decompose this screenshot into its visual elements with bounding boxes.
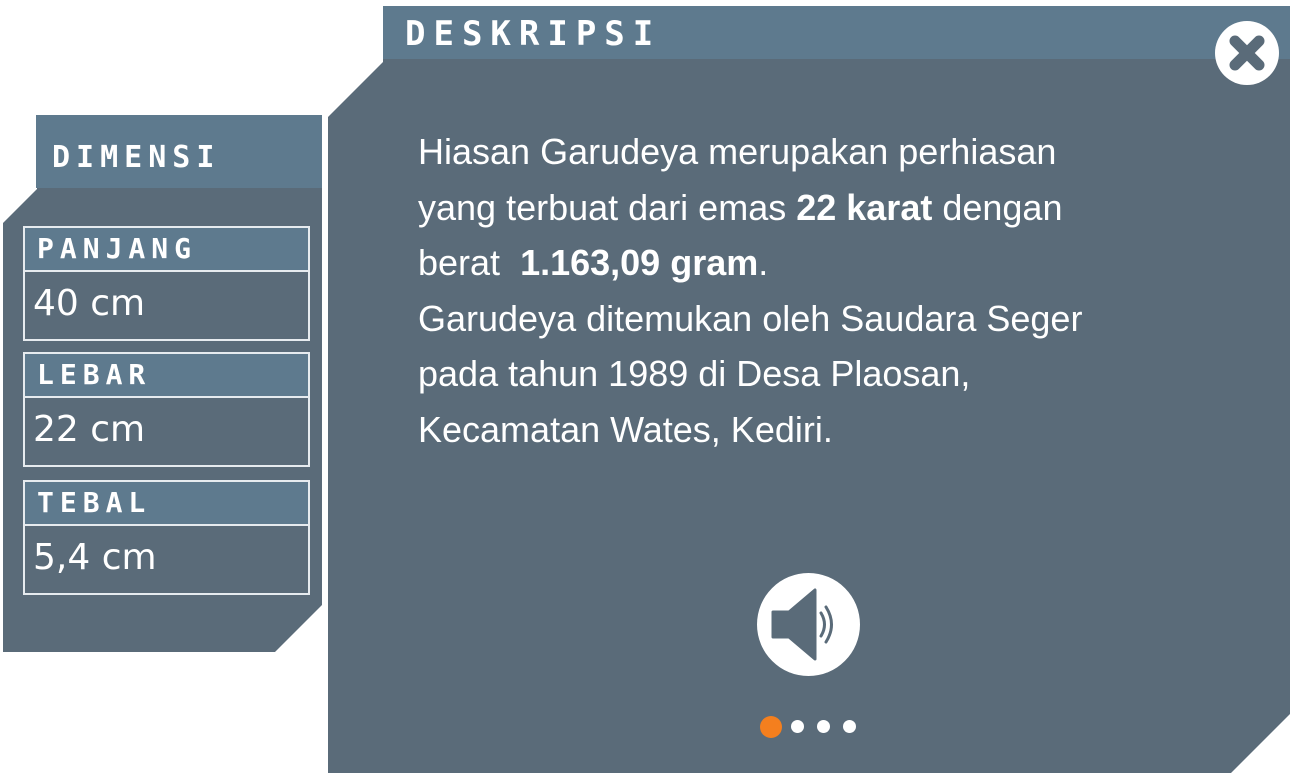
description-line: Hiasan Garudeya merupakan perhiasan [418,131,1057,172]
dimension-width-label: LEBAR [25,354,308,398]
close-button[interactable] [1215,21,1279,85]
page-dot-active[interactable] [760,716,782,738]
dimension-width-value: 22 cm [33,409,146,450]
weight-value: 1.163,09 gram [520,242,759,283]
page-dot[interactable] [791,720,804,733]
description-line: yang terbuat dari emas 22 karat dengan [418,180,1198,236]
page-dot[interactable] [817,720,830,733]
page-dot[interactable] [843,720,856,733]
dimension-length-value: 40 cm [33,283,146,324]
text-fragment: yang terbuat dari emas [418,186,797,228]
dimension-title: DIMENSI [52,140,221,175]
dimension-length-box: PANJANG 40 cm [23,226,310,341]
description-line: Kecamatan Wates, Kediri. [418,408,833,450]
text-fragment: dengan [932,186,1063,228]
dimension-thickness-box: TEBAL 5,4 cm [23,480,310,595]
speaker-icon [771,588,833,661]
description-title: DESKRIPSI [405,14,662,54]
gold-karat-value: 22 karat [796,186,933,228]
description-line: berat 1.163,09 gram. [418,235,1198,291]
dimension-thickness-value: 5,4 cm [33,537,157,578]
dimension-thickness-label: TEBAL [25,482,308,526]
description-line: Garudeya ditemukan oleh Saudara Seger [418,297,1083,339]
dimension-width-box: LEBAR 22 cm [23,352,310,467]
description-line: pada tahun 1989 di Desa Plaosan, [418,353,971,394]
text-fragment: berat [418,242,521,283]
audio-button[interactable] [757,573,860,676]
close-icon [1229,35,1265,71]
description-text: Hiasan Garudeya merupakan perhiasan yang… [418,124,1198,457]
text-fragment: . [758,242,769,283]
dimension-length-label: PANJANG [25,228,308,272]
